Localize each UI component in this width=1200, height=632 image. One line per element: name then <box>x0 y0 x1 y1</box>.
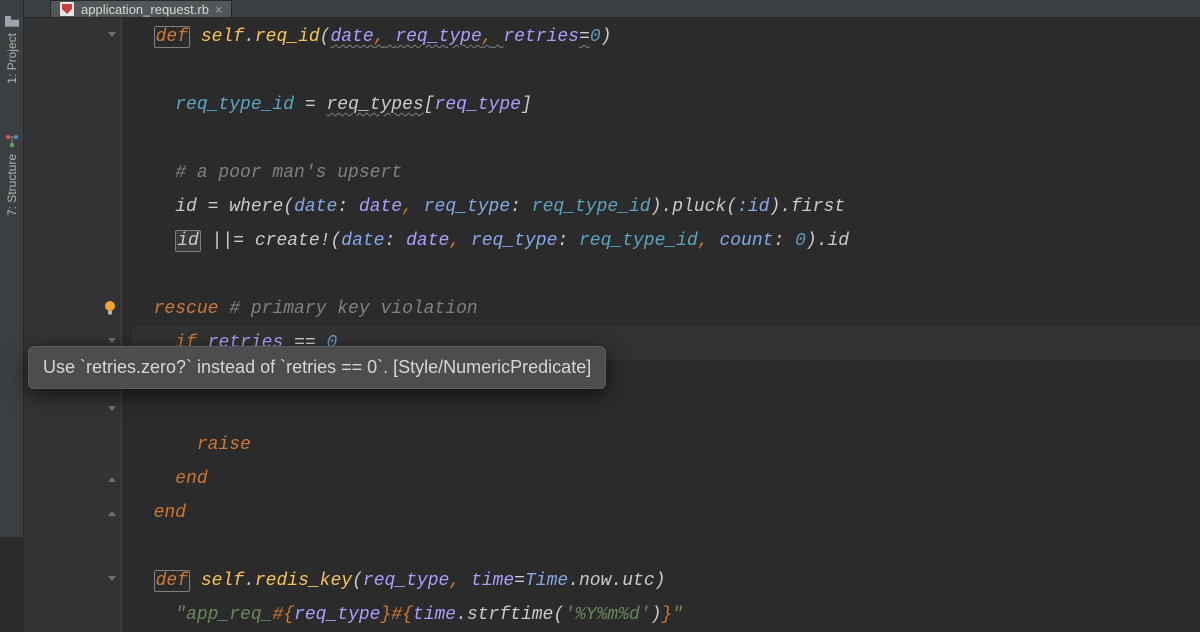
folder-icon <box>5 16 19 27</box>
ruby-file-icon <box>59 1 75 17</box>
inspection-tooltip: Use `retries.zero?` instead of `retries … <box>28 346 606 389</box>
structure-tool-label: 7: Structure <box>5 154 19 216</box>
tool-window-sidebar: 1: Project 7: Structure <box>0 0 24 537</box>
project-tool-button[interactable]: 1: Project <box>5 6 19 94</box>
code-line <box>132 54 1200 88</box>
fold-open-icon[interactable] <box>105 573 119 587</box>
editor-tab[interactable]: application_request.rb × <box>50 0 232 17</box>
code-line: raise <box>132 428 1200 462</box>
fold-open-icon[interactable] <box>105 403 119 417</box>
code-line: end <box>132 462 1200 496</box>
code-line: req_type_id = req_types[req_type] <box>132 88 1200 122</box>
code-line: end <box>132 496 1200 530</box>
tooltip-text: Use `retries.zero?` instead of `retries … <box>43 357 591 377</box>
structure-tool-button[interactable]: 7: Structure <box>5 124 19 226</box>
editor-gutter[interactable] <box>24 18 122 632</box>
code-content: def self.req_id(date, req_type, retries=… <box>122 20 1200 632</box>
code-line: def self.redis_key(req_type, time=Time.n… <box>132 564 1200 598</box>
editor-main-area: application_request.rb × <box>24 0 1200 537</box>
project-tool-label: 1: Project <box>5 33 19 84</box>
editor-tab-bar: application_request.rb × <box>24 0 1200 18</box>
fold-close-icon[interactable] <box>105 505 119 519</box>
code-line: id = where(date: date, req_type: req_typ… <box>132 190 1200 224</box>
code-line: "app_req_#{req_type}#{time.strftime('%Y%… <box>132 598 1200 632</box>
code-line <box>132 258 1200 292</box>
intention-bulb-icon[interactable] <box>101 299 119 317</box>
code-line <box>132 122 1200 156</box>
code-line: def self.req_id(date, req_type, retries=… <box>132 20 1200 54</box>
code-line: rescue # primary key violation <box>132 292 1200 326</box>
structure-icon <box>5 134 19 148</box>
code-editor[interactable]: def self.req_id(date, req_type, retries=… <box>122 18 1200 632</box>
close-icon[interactable]: × <box>215 2 223 17</box>
editor-wrapper: def self.req_id(date, req_type, retries=… <box>24 18 1200 632</box>
fold-open-icon[interactable] <box>105 29 119 43</box>
code-line: # a poor man's upsert <box>132 156 1200 190</box>
fold-close-icon[interactable] <box>105 471 119 485</box>
code-line <box>132 530 1200 564</box>
code-line: id ||= create!(date: date, req_type: req… <box>132 224 1200 258</box>
code-line <box>132 394 1200 428</box>
tab-filename: application_request.rb <box>81 2 209 17</box>
